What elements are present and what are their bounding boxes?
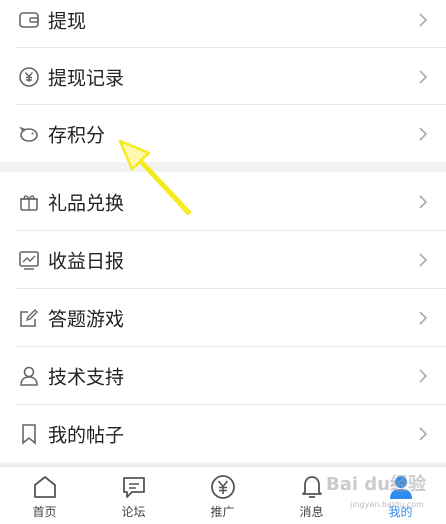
watermark: Bai du经验	[326, 474, 427, 495]
menu-item-daily-earnings[interactable]: 收益日报	[0, 231, 446, 288]
section-separator	[0, 162, 446, 172]
menu-item-label: 我的帖子	[48, 424, 125, 446]
chevron-right-icon	[419, 310, 428, 325]
chevron-right-icon	[419, 69, 428, 84]
menu-item-withdraw-records[interactable]: 提现记录	[0, 48, 446, 105]
chevron-right-icon	[419, 426, 428, 441]
tab-label: 论坛	[121, 505, 146, 519]
menu-item-quiz-game[interactable]: 答题游戏	[0, 289, 446, 346]
piggy-bank-icon	[19, 126, 38, 142]
watermark-sub: jingyan.baidu.com	[350, 500, 424, 509]
menu-item-label: 存积分	[48, 124, 106, 146]
person-icon	[20, 366, 38, 386]
chevron-right-icon	[419, 126, 428, 141]
trend-chart-icon	[19, 250, 39, 270]
menu-item-label: 收益日报	[48, 250, 125, 272]
menu-item-gift-exchange[interactable]: 礼品兑换	[0, 173, 446, 230]
menu-item-save-points[interactable]: 存积分	[0, 105, 446, 162]
tab-label: 首页	[32, 505, 57, 519]
menu-item-label: 技术支持	[48, 366, 125, 388]
menu-item-label: 提现记录	[48, 67, 125, 89]
menu-item-my-posts[interactable]: 我的帖子	[0, 405, 446, 462]
menu-item-label: 答题游戏	[48, 308, 125, 330]
menu-item-label: 提现	[48, 10, 87, 32]
home-icon	[33, 476, 56, 498]
tab-label: 消息	[299, 505, 324, 519]
tab-label: 推广	[210, 505, 235, 519]
tab-forum[interactable]: 论坛	[89, 467, 178, 524]
chat-bubble-icon	[122, 477, 145, 498]
chevron-right-icon	[419, 368, 428, 383]
menu-item-withdraw[interactable]: 提现	[0, 0, 446, 48]
bookmark-icon	[22, 423, 36, 445]
yen-circle-icon	[210, 475, 235, 499]
gift-icon	[20, 194, 38, 211]
tab-promote[interactable]: 推广	[178, 467, 267, 524]
chevron-right-icon	[419, 12, 428, 27]
edit-note-icon	[20, 308, 38, 327]
bell-icon	[301, 476, 322, 498]
menu-item-label: 礼品兑换	[48, 192, 125, 214]
wallet-icon	[19, 11, 39, 28]
menu-item-tech-support[interactable]: 技术支持	[0, 347, 446, 404]
yen-coin-icon	[19, 66, 39, 87]
tab-home[interactable]: 首页	[0, 467, 89, 524]
chevron-right-icon	[419, 252, 428, 267]
chevron-right-icon	[419, 194, 428, 209]
